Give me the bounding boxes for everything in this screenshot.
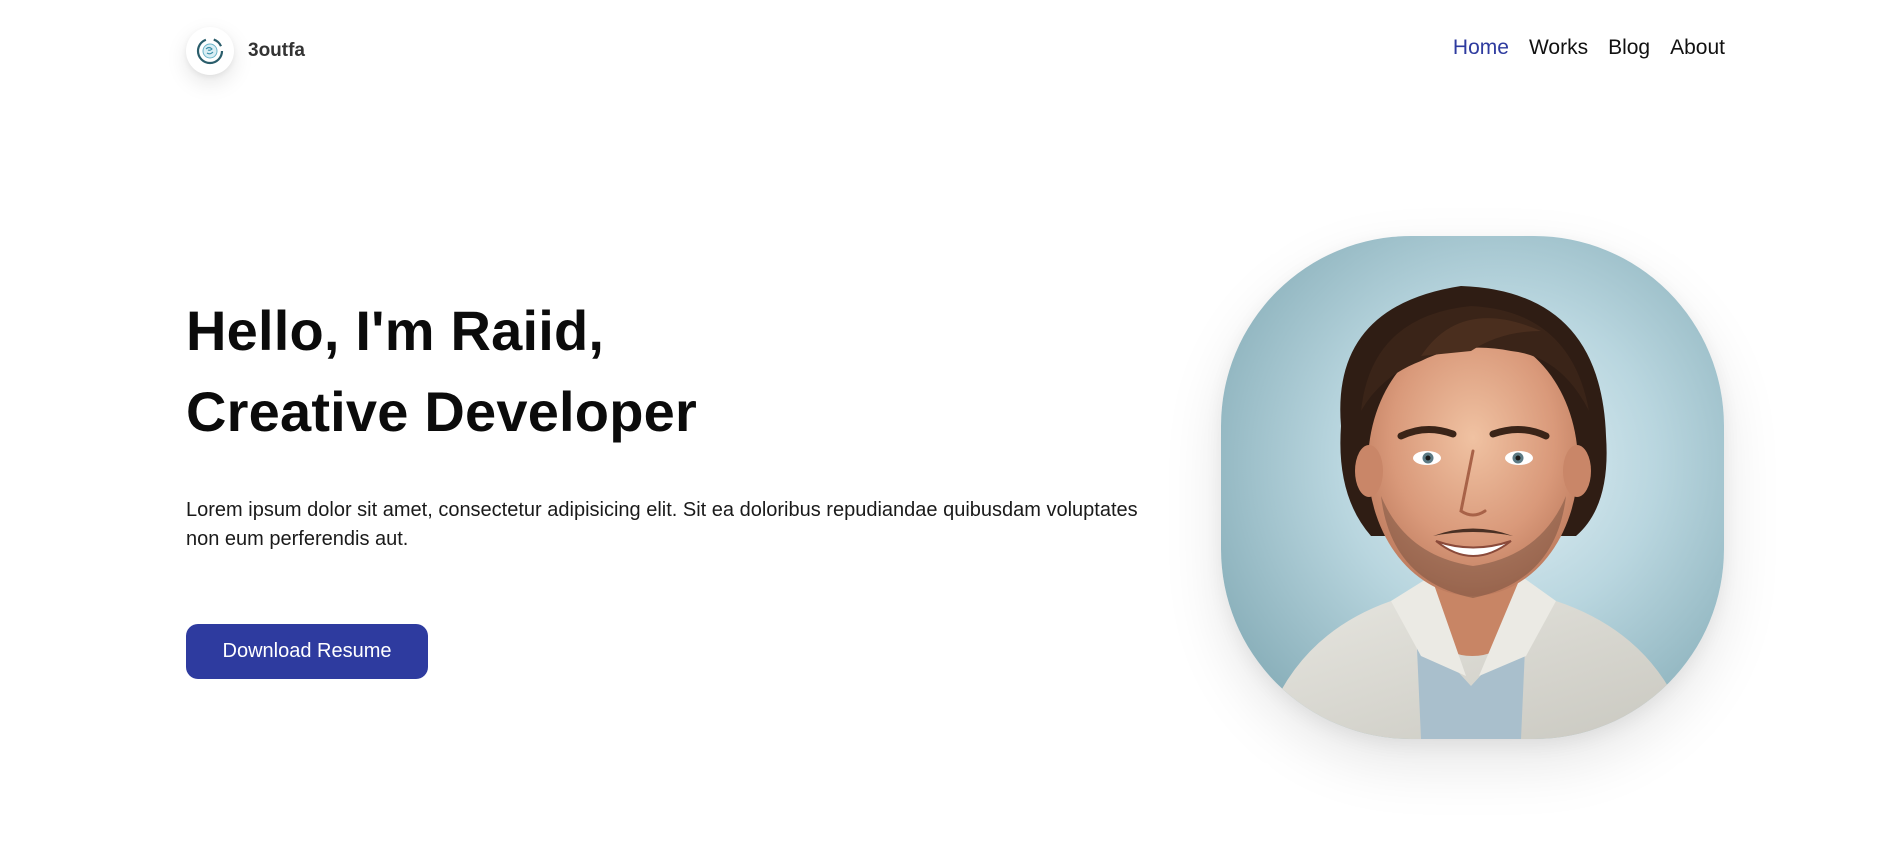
brand-logo-icon[interactable] [186,27,234,75]
hero-heading-line2: Creative Developer [186,380,697,443]
site-header: 3outfa Home Works Blog About [0,0,1898,100]
hero-heading-line1: Hello, I'm Raiid, [186,299,605,362]
nav-blog-link[interactable]: Blog [1608,36,1650,60]
nav-home-link[interactable]: Home [1453,36,1509,60]
nav-about-link[interactable]: About [1670,36,1725,60]
hero-section: Hello, I'm Raiid, Creative Developer Lor… [186,290,1176,554]
brand[interactable]: 3outfa [186,27,305,75]
download-resume-button[interactable]: Download Resume [186,624,428,679]
nav-works-link[interactable]: Works [1529,36,1588,60]
main-nav: Home Works Blog About [1453,36,1725,60]
hero-description: Lorem ipsum dolor sit amet, consectetur … [186,499,1138,550]
brand-name[interactable]: 3outfa [248,40,305,62]
profile-portrait [1221,236,1724,739]
hero-heading: Hello, I'm Raiid, Creative Developer [186,290,1176,452]
